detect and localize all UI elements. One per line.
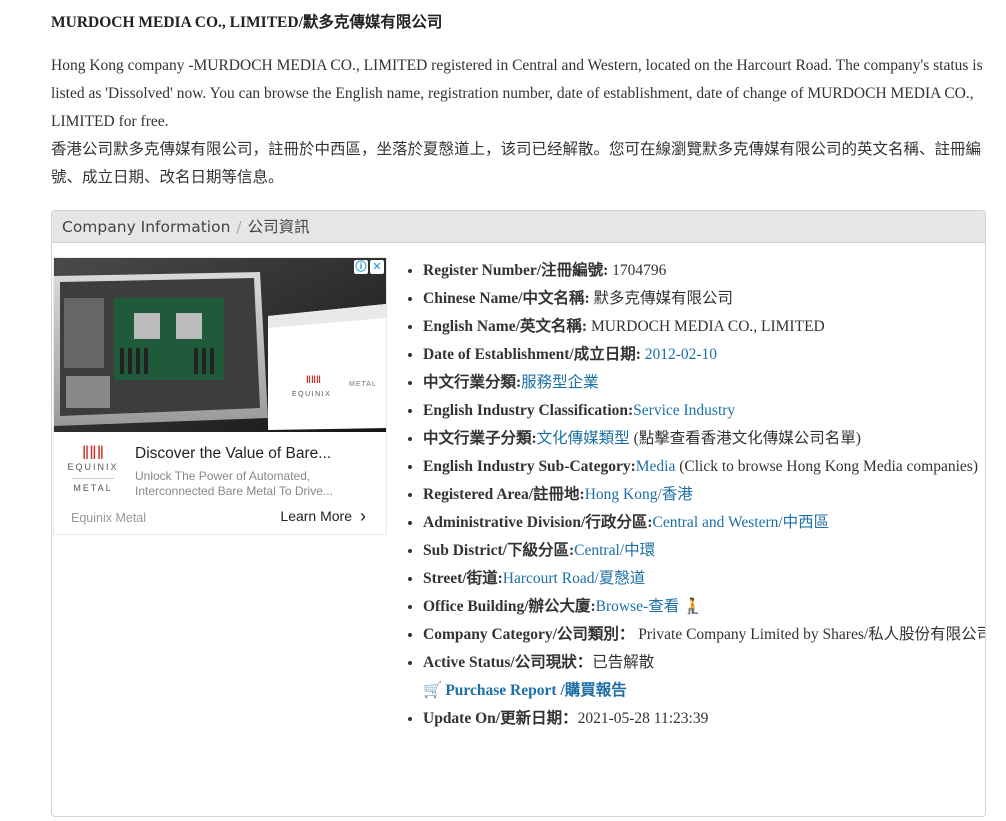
list-item-purchase-report: 🛒 Purchase Report /購買報告 (423, 677, 985, 705)
ad-cta-label: Learn More (280, 508, 352, 524)
list-item-subcategory-en: English Industry Sub-Category:Media (Cli… (423, 453, 985, 481)
active-status-value: 已告解散 (592, 654, 655, 671)
intro-chinese: 香港公司默多克傳媒有限公司，註冊於中西區，坐落於夏慤道上，该司已经解散。您可在線… (51, 141, 982, 186)
register-number-label: Register Number/注冊編號: (423, 262, 609, 279)
office-building-link[interactable]: Browse-查看 (596, 598, 680, 615)
list-item-chinese-name: Chinese Name/中文名稱: 默多克傳媒有限公司 (423, 285, 985, 313)
ad-info-icon[interactable]: ⓘ (354, 260, 368, 274)
equinix-logo-icon: ǁǁǁ (81, 443, 105, 463)
list-item-industry-en: English Industry Classification:Service … (423, 397, 985, 425)
ad-brand-logo[interactable]: ǁǁǁ EQUINIX METAL (66, 444, 120, 493)
ad-brand-bottom: METAL (73, 483, 113, 493)
english-name-value: MURDOCH MEDIA CO., LIMITED (587, 318, 825, 335)
chevron-right-icon: › (360, 506, 366, 526)
admin-division-link[interactable]: Central and Western/中西區 (653, 514, 830, 531)
industry-en-link[interactable]: Service Industry (633, 402, 735, 419)
list-item-register-number: Register Number/注冊編號: 1704796 (423, 257, 985, 285)
ad-choices[interactable]: ⓘ ✕ (354, 260, 384, 274)
company-info-list: Register Number/注冊編號: 1704796 Chinese Na… (403, 257, 986, 733)
list-item-sub-district: Sub District/下級分區:Central/中環 (423, 537, 985, 565)
list-item-office-building: Office Building/辦公大廈:Browse-查看 🧎 (423, 593, 985, 621)
ad-headline[interactable]: Discover the Value of Bare... (135, 445, 375, 463)
ad-desc-line1: Unlock The Power of Automated, (135, 469, 311, 483)
list-item-registered-area: Registered Area/註冊地:Hong Kong/香港 (423, 481, 985, 509)
ad-learn-more-button[interactable]: Learn More › (280, 506, 366, 526)
chinese-name-label: Chinese Name/中文名稱: (423, 290, 590, 307)
ad-desc-line2: Interconnected Bare Metal To Drive... (135, 484, 333, 498)
update-on-label: Update On/更新日期 (423, 710, 563, 727)
list-item-english-name: English Name/英文名稱: MURDOCH MEDIA CO., LI… (423, 313, 985, 341)
list-item-subcategory-zh: 中文行業子分類:文化傳媒類型 (點擊查看香港文化傳媒公司名單) (423, 425, 985, 453)
ad-brand-top: EQUINIX (67, 462, 119, 472)
chinese-name-value: 默多克傳媒有限公司 (589, 290, 734, 307)
company-category-label: Company Category/公司類別 (423, 626, 619, 643)
sub-district-label: Sub District/下級分區: (423, 542, 575, 559)
subcategory-zh-link[interactable]: 文化傳媒類型 (537, 430, 630, 447)
subcategory-en-link[interactable]: Media (636, 458, 676, 475)
list-item-update-on: Update On/更新日期：2021-05-28 11:23:39 (423, 705, 985, 733)
english-name-label: English Name/英文名稱: (423, 318, 588, 335)
street-label: Street/街道: (423, 570, 503, 587)
update-on-value: 2021-05-28 11:23:39 (577, 710, 709, 727)
kneeling-person-icon: 🧎 (683, 598, 703, 615)
panel-header-chinese: 公司資訊 (247, 218, 310, 236)
list-item-active-status: Active Status/公司現狀：已告解散 (423, 649, 985, 677)
list-item-date-of-establishment: Date of Establishment/成立日期: 2012-02-10 (423, 341, 985, 369)
subcategory-zh-note: (點擊查看香港文化傳媒公司名單) (629, 430, 861, 447)
panel-header-english: Company Information (62, 218, 231, 236)
intro-english: Hong Kong company -MURDOCH MEDIA CO., LI… (51, 57, 983, 130)
ad-image-sub: METAL (349, 381, 377, 388)
street-link[interactable]: Harcourt Road/夏慤道 (503, 570, 645, 587)
advertisement[interactable]: ǁǁǁ EQUINIX METAL ⓘ ✕ ǁǁǁ EQUINIX METAL … (53, 257, 387, 535)
industry-zh-link[interactable]: 服務型企業 (521, 374, 599, 391)
ad-close-icon[interactable]: ✕ (370, 260, 384, 274)
panel-header-separator: / (236, 218, 242, 236)
list-item-industry-zh: 中文行業分類:服務型企業 (423, 369, 985, 397)
update-on-sep: ： (562, 710, 578, 727)
shopping-cart-icon: 🛒 (423, 682, 443, 699)
ad-advertiser[interactable]: Equinix Metal (71, 511, 146, 525)
admin-division-label: Administrative Division/行政分區: (423, 514, 653, 531)
intro: Hong Kong company -MURDOCH MEDIA CO., LI… (51, 52, 986, 192)
purchase-report-link[interactable]: Purchase Report /購買報告 (445, 682, 626, 699)
registered-area-label: Registered Area/註冊地: (423, 486, 585, 503)
registered-area-link[interactable]: Hong Kong/香港 (585, 486, 693, 503)
svg-text:ǁǁǁ: ǁǁǁ (306, 375, 321, 386)
company-info-panel: Company Information / 公司資訊 ǁǁǁ EQUINIX M… (51, 210, 986, 817)
active-status-label: Active Status/公司現狀 (423, 654, 577, 671)
sub-district-link[interactable]: Central/中環 (574, 542, 655, 559)
subcategory-en-label: English Industry Sub-Category: (423, 458, 636, 475)
ad-image-brand: EQUINIX (292, 391, 331, 398)
server-rack-image: ǁǁǁ EQUINIX METAL (54, 258, 386, 432)
active-status-sep: ： (576, 654, 593, 671)
subcategory-en-note: (Click to browse Hong Kong Media compani… (675, 458, 978, 475)
subcategory-zh-label: 中文行業子分類: (423, 430, 537, 447)
date-established-link[interactable]: 2012-02-10 (645, 346, 717, 363)
office-building-label: Office Building/辦公大廈: (423, 598, 596, 615)
page: MURDOCH MEDIA CO., LIMITED/默多克傳媒有限公司 Hon… (0, 0, 1006, 821)
company-category-value: Private Company Limited by Shares/私人股份有限… (634, 626, 986, 643)
ad-image[interactable]: ǁǁǁ EQUINIX METAL ⓘ ✕ (54, 258, 386, 432)
page-title: MURDOCH MEDIA CO., LIMITED/默多克傳媒有限公司 (51, 14, 443, 31)
list-item-street: Street/街道:Harcourt Road/夏慤道 (423, 565, 985, 593)
list-item-company-category: Company Category/公司類別： Private Company L… (423, 621, 986, 649)
company-category-sep: ： (618, 626, 635, 643)
register-number-value: 1704796 (608, 262, 667, 279)
industry-en-label: English Industry Classification: (423, 402, 634, 419)
date-established-label: Date of Establishment/成立日期: (423, 346, 641, 363)
industry-zh-label: 中文行業分類: (423, 374, 522, 391)
list-item-admin-division: Administrative Division/行政分區:Central and… (423, 509, 985, 537)
panel-header: Company Information / 公司資訊 (52, 211, 985, 243)
ad-description[interactable]: Unlock The Power of Automated, Interconn… (135, 469, 367, 499)
